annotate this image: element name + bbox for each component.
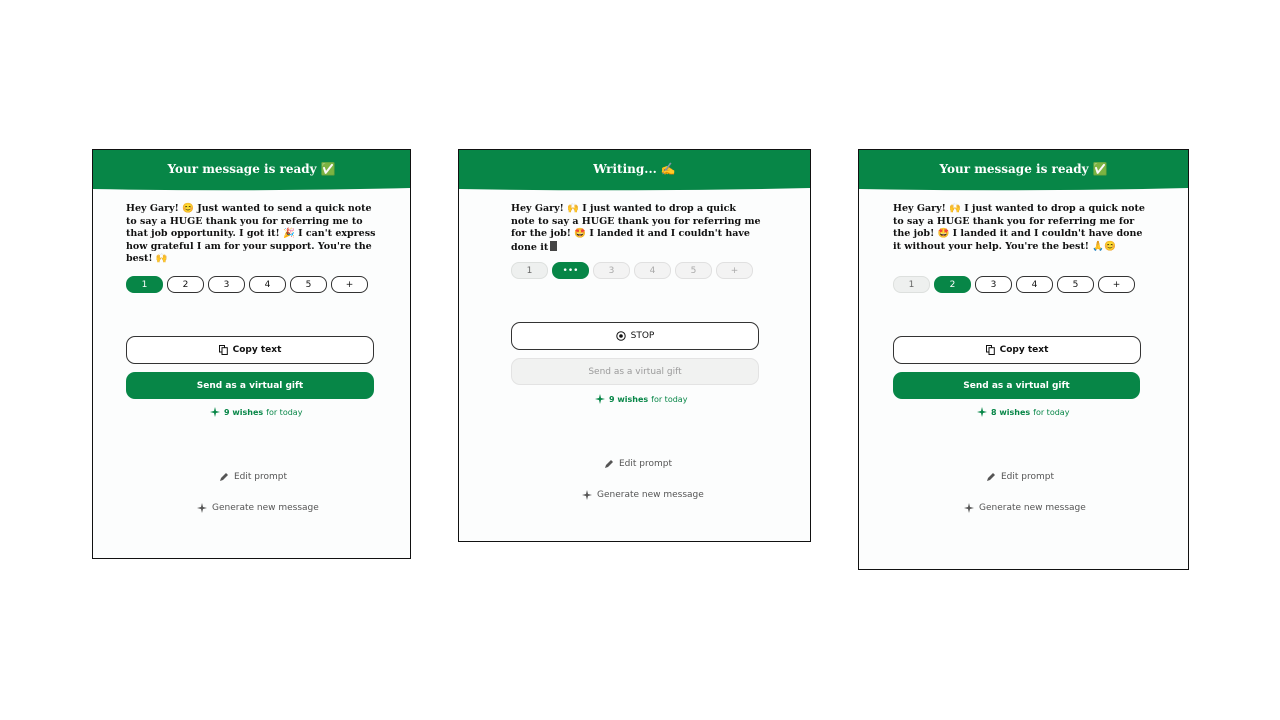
sparkle-icon <box>964 503 974 513</box>
typing-cursor <box>550 240 558 251</box>
wishes-counter: 9 wishes for today <box>210 407 302 417</box>
stop-button[interactable]: STOP <box>511 322 759 350</box>
sparkle-icon <box>582 490 592 500</box>
send-virtual-gift-button[interactable]: Send as a virtual gift <box>126 372 374 399</box>
version-pill-2[interactable]: 2 <box>934 276 971 293</box>
stop-label: STOP <box>630 331 655 341</box>
version-pill-4: 4 <box>634 262 671 279</box>
version-pill-1[interactable]: 1 <box>511 262 548 279</box>
version-pill-5: 5 <box>675 262 712 279</box>
edit-prompt-label: Edit prompt <box>234 472 288 482</box>
generate-message-label: Generate new message <box>979 503 1086 513</box>
message-card-writing: Writing... ✍️ Hey Gary! 🙌 I just wanted … <box>458 149 811 542</box>
edit-prompt-link[interactable]: Edit prompt <box>604 459 672 469</box>
message-text-content: Hey Gary! 🙌 I just wanted to drop a quic… <box>511 203 761 253</box>
version-pill-5[interactable]: 5 <box>1057 276 1094 293</box>
copy-text-label: Copy text <box>999 345 1049 355</box>
send-virtual-gift-button: Send as a virtual gift <box>511 358 759 385</box>
send-gift-label: Send as a virtual gift <box>588 366 682 377</box>
copy-text-label: Copy text <box>232 345 282 355</box>
wishes-suffix: for today <box>266 407 303 417</box>
generate-message-label: Generate new message <box>597 490 704 500</box>
message-text: Hey Gary! 😊 Just wanted to send a quick … <box>126 203 376 265</box>
send-virtual-gift-button[interactable]: Send as a virtual gift <box>893 372 1140 399</box>
version-pill-3[interactable]: 3 <box>208 276 245 293</box>
pencil-icon <box>604 459 614 469</box>
wishes-counter: 8 wishes for today <box>977 407 1069 417</box>
writing-hand-icon: ✍️ <box>660 162 676 176</box>
version-pill-4[interactable]: 4 <box>1016 276 1053 293</box>
wishes-suffix: for today <box>651 394 688 404</box>
message-card-ready-1: Your message is ready ✅ Hey Gary! 😊 Just… <box>92 149 411 559</box>
add-version-pill[interactable]: + <box>331 276 368 293</box>
sparkle-icon <box>210 407 220 417</box>
add-version-pill[interactable]: + <box>1098 276 1135 293</box>
generate-new-message-link[interactable]: Generate new message <box>964 503 1086 513</box>
generate-new-message-link[interactable]: Generate new message <box>582 490 704 500</box>
edit-prompt-link[interactable]: Edit prompt <box>219 472 287 482</box>
version-pill-loading: ••• <box>552 262 589 279</box>
message-text: Hey Gary! 🙌 I just wanted to drop a quic… <box>893 203 1145 252</box>
add-version-pill: + <box>716 262 753 279</box>
check-icon: ✅ <box>1092 162 1108 176</box>
version-selector: 1 2 3 4 5 + <box>893 276 1135 293</box>
generate-new-message-link[interactable]: Generate new message <box>197 503 319 513</box>
stop-circle-icon <box>615 331 626 341</box>
pencil-icon <box>219 472 229 482</box>
header-title: Your message is ready <box>167 162 317 176</box>
header-wave <box>459 186 810 191</box>
sparkle-icon <box>977 407 987 417</box>
version-pill-4[interactable]: 4 <box>249 276 286 293</box>
header-wave <box>93 186 410 191</box>
copy-text-button[interactable]: Copy text <box>126 336 374 364</box>
wishes-count: 9 wishes <box>224 407 264 417</box>
message-card-ready-2: Your message is ready ✅ Hey Gary! 🙌 I ju… <box>858 149 1189 570</box>
generate-message-label: Generate new message <box>212 503 319 513</box>
wishes-count: 9 wishes <box>609 394 649 404</box>
send-gift-label: Send as a virtual gift <box>196 380 304 391</box>
wishes-suffix: for today <box>1033 407 1070 417</box>
header-wave <box>859 186 1188 191</box>
version-pill-1[interactable]: 1 <box>893 276 930 293</box>
send-gift-label: Send as a virtual gift <box>963 380 1070 391</box>
edit-prompt-link[interactable]: Edit prompt <box>986 472 1054 482</box>
message-text: Hey Gary! 🙌 I just wanted to drop a quic… <box>511 203 761 254</box>
sparkle-icon <box>595 394 605 404</box>
card-header: Your message is ready ✅ <box>93 150 410 191</box>
wishes-counter: 9 wishes for today <box>595 394 687 404</box>
version-selector: 1 2 3 4 5 + <box>126 276 368 293</box>
edit-prompt-label: Edit prompt <box>619 459 673 469</box>
version-pill-5[interactable]: 5 <box>290 276 327 293</box>
version-pill-2[interactable]: 2 <box>167 276 204 293</box>
version-pill-1[interactable]: 1 <box>126 276 163 293</box>
wishes-count: 8 wishes <box>991 407 1031 417</box>
pencil-icon <box>986 472 996 482</box>
copy-text-button[interactable]: Copy text <box>893 336 1141 364</box>
header-title: Your message is ready <box>939 162 1089 176</box>
copy-icon <box>985 345 995 355</box>
version-pill-3: 3 <box>593 262 630 279</box>
card-header: Writing... ✍️ <box>459 150 810 191</box>
edit-prompt-label: Edit prompt <box>1001 472 1055 482</box>
sparkle-icon <box>197 503 207 513</box>
check-icon: ✅ <box>320 162 336 176</box>
version-pill-3[interactable]: 3 <box>975 276 1012 293</box>
header-title: Writing... <box>593 162 657 176</box>
card-header: Your message is ready ✅ <box>859 150 1188 191</box>
copy-icon <box>218 345 228 355</box>
version-selector: 1 ••• 3 4 5 + <box>511 262 753 279</box>
